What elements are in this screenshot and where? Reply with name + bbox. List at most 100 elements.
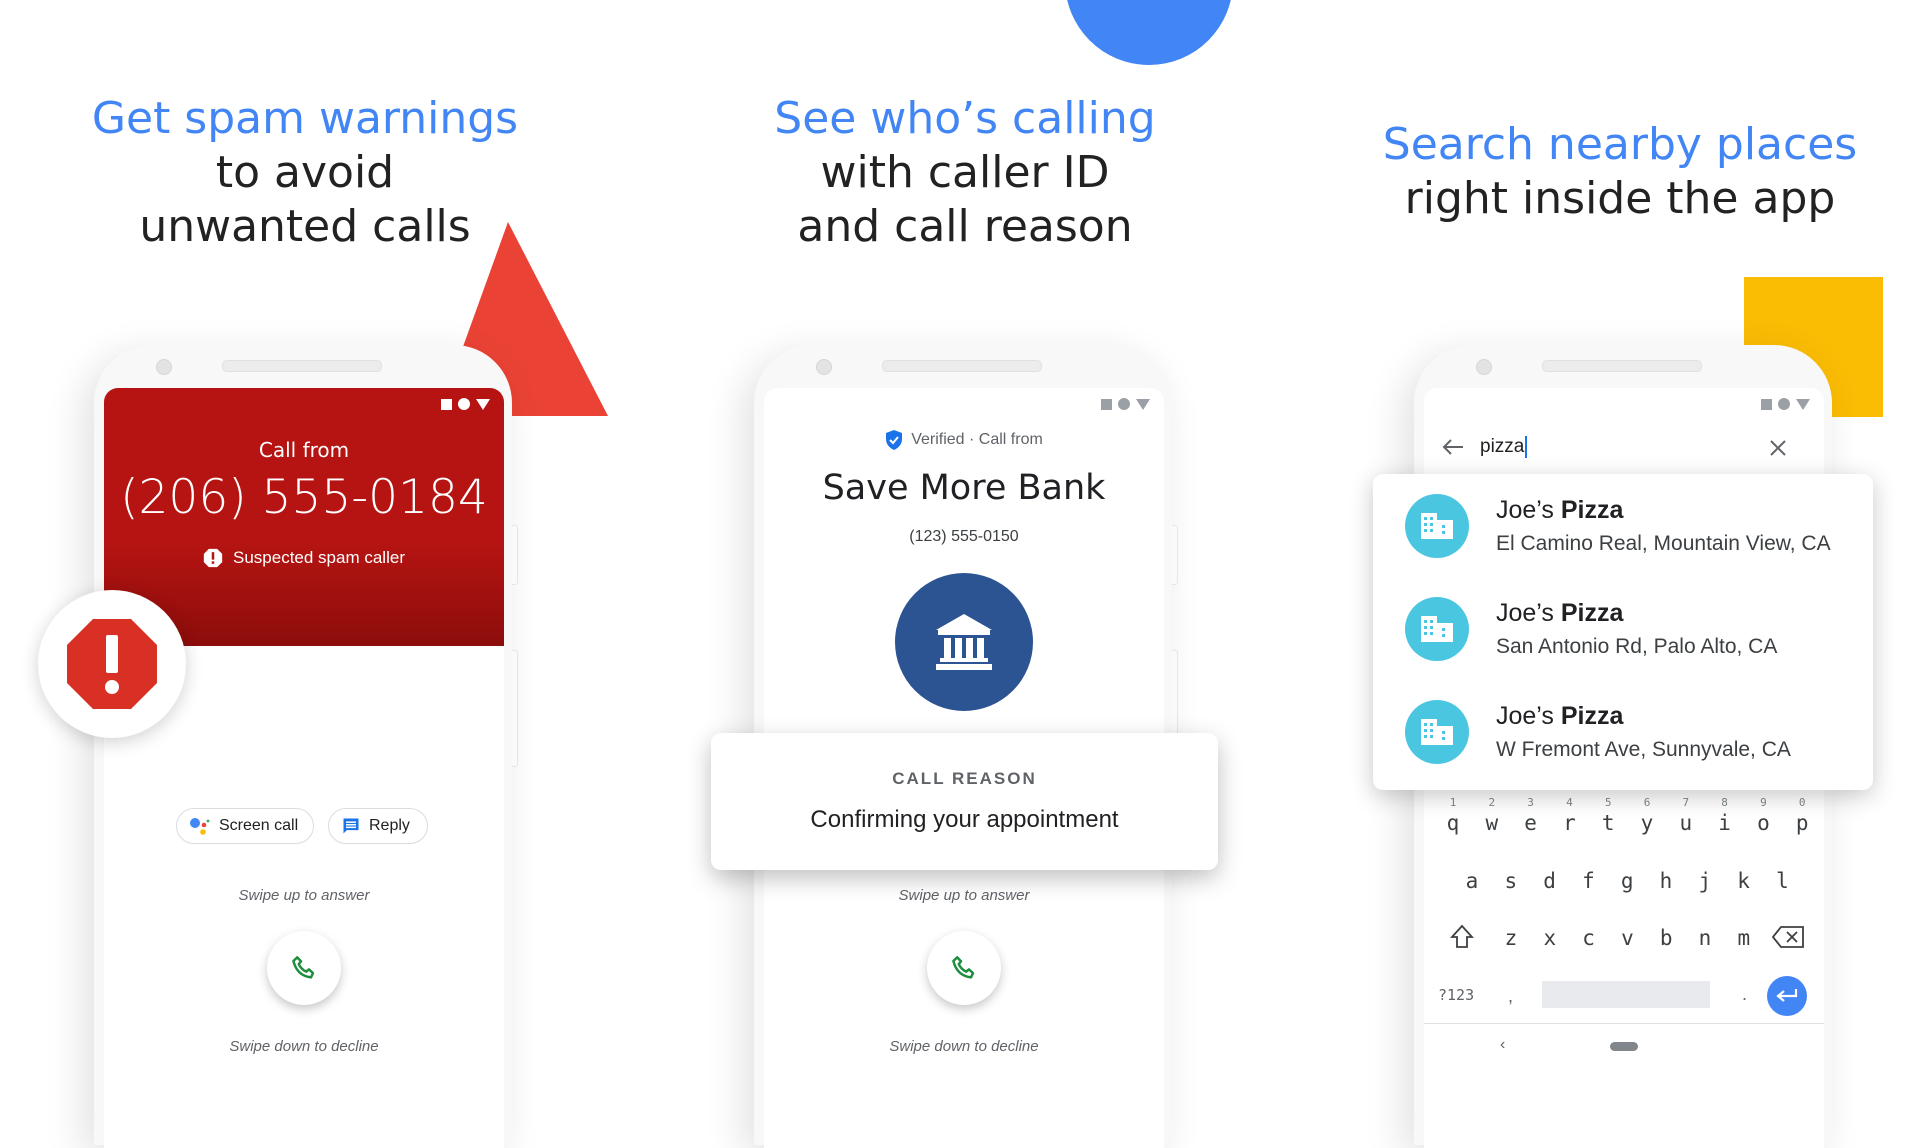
call-reason-text: Confirming your appointment [810, 806, 1119, 833]
screen-call-label: Screen call [219, 817, 299, 834]
screen-call-button[interactable]: Screen call [176, 808, 314, 844]
place-name: Joe’s Pizza [1496, 599, 1623, 628]
key-b[interactable]: b [1651, 926, 1681, 950]
caller-name: Save More Bank [822, 468, 1106, 508]
place-address: W Fremont Ave, Sunnyvale, CA [1496, 738, 1791, 761]
key-d[interactable]: d [1535, 869, 1565, 893]
keyboard: 1234567890 qwertyuiop asdfghjkl zxcvbnm … [1424, 791, 1824, 1148]
key-g[interactable]: g [1612, 869, 1642, 893]
bank-icon [936, 614, 992, 670]
search-query: pizza [1480, 436, 1525, 457]
key-v[interactable]: v [1612, 926, 1642, 950]
key-a[interactable]: a [1457, 869, 1487, 893]
key-x[interactable]: x [1535, 926, 1565, 950]
spam-label-text: Suspected spam caller [233, 548, 405, 567]
headline-search-blue: Search nearby places [1382, 119, 1858, 170]
spam-warning-badge [38, 590, 186, 738]
place-avatar [1405, 597, 1469, 661]
place-name-plain: Joe’s [1496, 496, 1561, 524]
key-number-hint: 7 [1682, 796, 1690, 809]
key-number-hint: 5 [1604, 796, 1612, 809]
swipe-up-hint: Swipe up to answer [238, 887, 370, 904]
key-j[interactable]: j [1690, 869, 1720, 893]
place-result[interactable]: Joe’s Pizza San Antonio Rd, Palo Alto, C… [1373, 577, 1873, 677]
symbols-key[interactable]: ?123 [1438, 986, 1474, 1004]
key-p[interactable]: p [1787, 811, 1817, 835]
key-e[interactable]: e [1516, 811, 1546, 835]
place-name-match: Pizza [1560, 599, 1624, 627]
speaker [882, 360, 1042, 372]
place-address: El Camino Real, Mountain View, CA [1496, 532, 1831, 555]
place-result[interactable]: Joe’s Pizza El Camino Real, Mountain Vie… [1373, 474, 1873, 574]
key-w[interactable]: w [1477, 811, 1507, 835]
headline-caller-id: See who’s calling with caller ID and cal… [700, 92, 1230, 254]
status-circle-icon [458, 398, 470, 410]
side-button [1172, 525, 1178, 585]
shift-icon[interactable] [1450, 924, 1474, 950]
key-t[interactable]: t [1593, 811, 1623, 835]
building-icon [1421, 513, 1453, 539]
key-i[interactable]: i [1710, 811, 1740, 835]
place-name: Joe’s Pizza [1496, 496, 1623, 525]
caller-number: (206) 555-0184 [120, 470, 488, 525]
key-o[interactable]: o [1748, 811, 1778, 835]
enter-button[interactable] [1767, 976, 1807, 1016]
headline-spam-line1: to avoid [215, 147, 395, 198]
headline-spam-blue: Get spam warnings [91, 93, 519, 144]
key-c[interactable]: c [1574, 926, 1604, 950]
headline-caller-id-line2: and call reason [797, 201, 1133, 252]
reply-label: Reply [369, 817, 410, 834]
nav-home-pill[interactable] [1610, 1042, 1638, 1051]
phone-icon [292, 956, 315, 979]
key-f[interactable]: f [1573, 869, 1603, 893]
answer-button[interactable] [927, 931, 1001, 1005]
key-s[interactable]: s [1496, 869, 1526, 893]
call-from-label: Call from [258, 438, 350, 462]
key-u[interactable]: u [1671, 811, 1701, 835]
key-number-hint: 3 [1527, 796, 1534, 809]
comma-key[interactable]: , [1508, 986, 1513, 1007]
key-m[interactable]: m [1729, 926, 1759, 950]
key-k[interactable]: k [1729, 869, 1759, 893]
status-circle-icon [1118, 398, 1130, 410]
key-y[interactable]: y [1632, 811, 1662, 835]
key-q[interactable]: q [1438, 811, 1468, 835]
key-z[interactable]: z [1496, 926, 1526, 950]
swipe-up-hint: Swipe up to answer [898, 887, 1030, 904]
side-button [512, 650, 518, 767]
verified-shield-icon [886, 430, 903, 450]
caller-number: (123) 555-0150 [909, 528, 1019, 545]
warning-octagon-icon [203, 548, 223, 568]
message-icon [343, 818, 359, 834]
headline-spam-line2: unwanted calls [139, 201, 471, 252]
search-results-card: Joe’s Pizza El Camino Real, Mountain Vie… [1373, 474, 1873, 790]
headline-search: Search nearby places right inside the ap… [1360, 118, 1880, 226]
place-result[interactable]: Joe’s Pizza W Fremont Ave, Sunnyvale, CA [1373, 680, 1873, 780]
back-arrow-icon[interactable] [1442, 438, 1464, 456]
close-icon[interactable] [1769, 439, 1787, 457]
key-number-hint: 2 [1488, 796, 1496, 809]
place-avatar [1405, 494, 1469, 558]
key-r[interactable]: r [1554, 811, 1584, 835]
key-number-hint: 4 [1566, 796, 1573, 809]
screen: Call from (206) 555-0184 Suspected spam … [104, 388, 504, 1148]
key-n[interactable]: n [1690, 926, 1720, 950]
decorative-blue-circle [1065, 0, 1233, 65]
place-address: San Antonio Rd, Palo Alto, CA [1496, 635, 1778, 658]
search-input[interactable]: pizza [1480, 434, 1740, 460]
nav-back-icon[interactable]: ‹ [1500, 1036, 1505, 1054]
side-button [512, 525, 518, 585]
headline-caller-id-blue: See who’s calling [774, 93, 1156, 144]
camera [156, 359, 172, 375]
status-triangle-icon [1136, 398, 1150, 410]
key-number-hint: 1 [1449, 796, 1457, 809]
key-l[interactable]: l [1767, 869, 1797, 893]
reply-button[interactable]: Reply [328, 808, 428, 844]
spacebar[interactable] [1542, 981, 1710, 1008]
key-h[interactable]: h [1651, 869, 1681, 893]
camera [1476, 359, 1492, 375]
enter-icon [1776, 989, 1798, 1002]
period-key[interactable]: . [1742, 984, 1747, 1005]
answer-button[interactable] [267, 931, 341, 1005]
backspace-icon[interactable] [1772, 926, 1804, 948]
